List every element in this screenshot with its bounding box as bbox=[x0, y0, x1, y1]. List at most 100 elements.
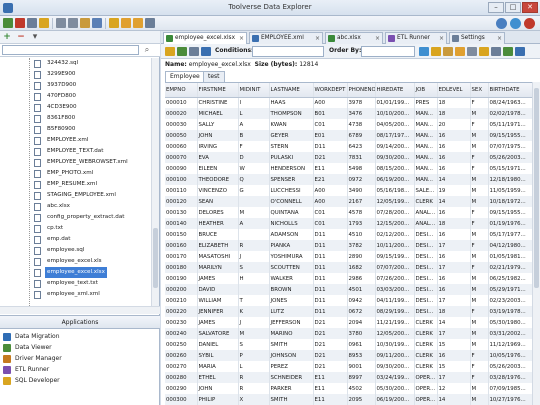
table-row[interactable]: 000200 DAVID BROWN D11 4501 03/03/200... DESI.… bbox=[165, 284, 540, 295]
table-cell[interactable]: 18 bbox=[437, 108, 471, 119]
table-cell[interactable]: F bbox=[470, 207, 489, 218]
table-cell[interactable]: JOHN bbox=[197, 383, 239, 394]
application-item[interactable]: ETL Runner bbox=[0, 365, 160, 375]
table-cell[interactable]: 16 bbox=[437, 130, 471, 141]
table-cell[interactable]: S bbox=[238, 262, 270, 273]
table-cell[interactable]: 000260 bbox=[165, 350, 198, 361]
table-cell[interactable]: 8997 bbox=[347, 372, 376, 383]
table-cell[interactable]: S bbox=[238, 339, 270, 350]
table-cell[interactable]: 3780 bbox=[347, 328, 376, 339]
table-cell[interactable]: 16 bbox=[437, 207, 471, 218]
table-cell[interactable]: BROWN bbox=[269, 284, 314, 295]
table-cell[interactable]: L bbox=[238, 108, 270, 119]
column-header[interactable]: PHONENO bbox=[347, 83, 376, 98]
column-header[interactable]: MIDINIT bbox=[238, 83, 270, 98]
table-cell[interactable]: 1682 bbox=[347, 262, 376, 273]
table-cell[interactable]: E21 bbox=[313, 174, 348, 185]
close-tab-icon[interactable]: × bbox=[239, 33, 244, 44]
table-row[interactable]: 000270 MARIA L PEREZ D21 9001 09/30/200... CLER… bbox=[165, 361, 540, 372]
tree-item[interactable]: employee.sql bbox=[0, 245, 152, 256]
table-cell[interactable]: B01 bbox=[313, 108, 348, 119]
run-icon[interactable] bbox=[503, 47, 513, 56]
table-cell[interactable]: BRUCE bbox=[197, 229, 239, 240]
table-cell[interactable]: 16 bbox=[437, 141, 471, 152]
table-cell[interactable]: 000100 bbox=[165, 174, 198, 185]
table-cell[interactable]: M bbox=[470, 196, 489, 207]
table-cell[interactable]: QUINTANA bbox=[269, 207, 314, 218]
table-row[interactable]: 000130 DELORES M QUINTANA C01 4578 07/28/200..… bbox=[165, 207, 540, 218]
table-cell[interactable]: EILEEN bbox=[197, 163, 239, 174]
properties-icon[interactable] bbox=[27, 18, 37, 28]
column-header[interactable]: JOB bbox=[414, 83, 438, 98]
table-cell[interactable] bbox=[238, 284, 270, 295]
table-cell[interactable]: M bbox=[470, 251, 489, 262]
close-tab-icon[interactable]: × bbox=[439, 33, 444, 44]
table-cell[interactable]: D11 bbox=[313, 262, 348, 273]
table-cell[interactable]: 12/05/200... bbox=[375, 328, 415, 339]
table-cell[interactable]: A bbox=[238, 218, 270, 229]
globe-icon[interactable] bbox=[510, 18, 521, 29]
table-cell[interactable]: IRVING bbox=[197, 141, 239, 152]
table-cell[interactable]: F bbox=[470, 218, 489, 229]
table-cell[interactable]: MICHAEL bbox=[197, 108, 239, 119]
table-cell[interactable]: T bbox=[238, 295, 270, 306]
table-cell[interactable]: E11 bbox=[313, 372, 348, 383]
table-cell[interactable]: R bbox=[238, 372, 270, 383]
table-cell[interactable]: 07/07/200... bbox=[375, 262, 415, 273]
table-row[interactable]: 000090 EILEEN W HENDERSON E11 5498 08/15/200..… bbox=[165, 163, 540, 174]
export-icon[interactable] bbox=[189, 47, 199, 56]
table-cell[interactable]: 12 bbox=[437, 383, 471, 394]
close-tab-icon[interactable]: × bbox=[497, 33, 502, 44]
table-cell[interactable]: 000190 bbox=[165, 273, 198, 284]
table-cell[interactable]: 16 bbox=[437, 152, 471, 163]
table-cell[interactable]: 17 bbox=[437, 262, 471, 273]
table-cell[interactable]: R bbox=[238, 240, 270, 251]
application-item[interactable]: SQL Developer bbox=[0, 376, 160, 386]
table-cell[interactable]: DESI... bbox=[414, 262, 438, 273]
table-cell[interactable]: THEODORE bbox=[197, 174, 239, 185]
power-icon[interactable] bbox=[524, 18, 535, 29]
table-cell[interactable]: 000220 bbox=[165, 306, 198, 317]
table-cell[interactable]: YOSHIMURA bbox=[269, 251, 314, 262]
table-cell[interactable]: 2986 bbox=[347, 273, 376, 284]
table-cell[interactable]: 3978 bbox=[347, 97, 376, 108]
table-cell[interactable]: 000290 bbox=[165, 383, 198, 394]
table-cell[interactable]: 17 bbox=[437, 295, 471, 306]
table-cell[interactable]: F bbox=[470, 372, 489, 383]
table-cell[interactable]: D11 bbox=[313, 284, 348, 295]
table-cell[interactable]: W bbox=[238, 163, 270, 174]
table-cell[interactable]: 04/11/199... bbox=[375, 295, 415, 306]
table-cell[interactable]: 16 bbox=[437, 350, 471, 361]
cut-icon[interactable] bbox=[56, 18, 66, 28]
table-row[interactable]: 000260 SYBIL P JOHNSON D21 8953 09/11/200... CL… bbox=[165, 350, 540, 361]
tree-item[interactable]: employee_excel.xlsx bbox=[0, 267, 152, 278]
table-cell[interactable]: CLERK bbox=[414, 361, 438, 372]
table-cell[interactable]: B bbox=[238, 130, 270, 141]
paste-icon[interactable] bbox=[80, 18, 90, 28]
table-cell[interactable]: WILLIAM bbox=[197, 295, 239, 306]
table-cell[interactable]: 000070 bbox=[165, 152, 198, 163]
table-cell[interactable]: 14 bbox=[437, 196, 471, 207]
minimize-button[interactable]: – bbox=[488, 2, 504, 13]
table-cell[interactable]: 000050 bbox=[165, 130, 198, 141]
tree-item[interactable]: EMP_RESUME.xml bbox=[0, 179, 152, 190]
table-cell[interactable]: DESI... bbox=[414, 284, 438, 295]
tree-item[interactable]: 3937D900 bbox=[0, 80, 152, 91]
table-cell[interactable]: M bbox=[470, 394, 489, 405]
table-cell[interactable]: R bbox=[238, 383, 270, 394]
table-cell[interactable]: DELORES bbox=[197, 207, 239, 218]
table-cell[interactable]: 000240 bbox=[165, 328, 198, 339]
table-cell[interactable]: MAN... bbox=[414, 152, 438, 163]
table-cell[interactable]: 4510 bbox=[347, 229, 376, 240]
table-cell[interactable]: 11/21/199... bbox=[375, 317, 415, 328]
table-cell[interactable]: 3490 bbox=[347, 185, 376, 196]
table-cell[interactable]: G bbox=[238, 185, 270, 196]
table-cell[interactable]: E11 bbox=[313, 163, 348, 174]
table-cell[interactable]: C01 bbox=[313, 207, 348, 218]
table-cell[interactable]: DESI... bbox=[414, 251, 438, 262]
column-header[interactable]: WORKDEPT bbox=[313, 83, 348, 98]
table-cell[interactable]: 3476 bbox=[347, 108, 376, 119]
table-cell[interactable]: D21 bbox=[313, 328, 348, 339]
table-cell[interactable]: 09/30/200... bbox=[375, 152, 415, 163]
table-cell[interactable]: MARINO bbox=[269, 328, 314, 339]
